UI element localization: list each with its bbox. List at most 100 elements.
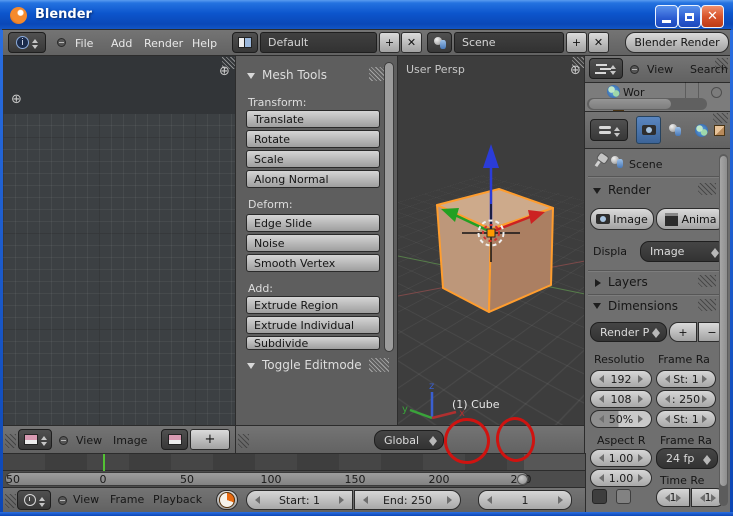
current-frame-field[interactable]: 1 <box>478 490 572 510</box>
screen-layout-name-field[interactable]: Default <box>260 32 377 53</box>
subdivide-button[interactable]: Subdivide <box>246 336 380 350</box>
along-normal-button[interactable]: Along Normal <box>246 170 380 188</box>
menu-view[interactable]: View <box>647 63 673 76</box>
scrollbar-zoom-knob[interactable] <box>517 474 528 485</box>
tab-world[interactable] <box>689 118 713 142</box>
region-expand-icon[interactable]: ⊕ <box>11 93 22 106</box>
aspect-x-stepper[interactable]: 1.00 <box>590 449 652 467</box>
translate-button[interactable]: Translate <box>246 110 380 128</box>
current-frame-indicator[interactable] <box>103 454 105 471</box>
editor-type-button-outliner[interactable] <box>589 58 623 79</box>
outliner-scrollbar[interactable] <box>587 98 707 110</box>
editor-type-button-image[interactable] <box>18 429 52 450</box>
collapse-triangle-icon[interactable] <box>595 279 601 287</box>
menu-collapse-icon[interactable] <box>59 436 68 445</box>
area-corner-grip[interactable] <box>5 494 16 508</box>
area-corner-grip[interactable] <box>713 113 728 123</box>
fps-dropdown[interactable]: 24 fp <box>656 448 718 469</box>
frame-start-stepper[interactable]: St: 1 <box>656 370 716 388</box>
browse-image-button[interactable] <box>161 429 188 450</box>
collapse-triangle-icon[interactable] <box>247 73 255 79</box>
render-engine-select[interactable]: Blender Render <box>625 32 729 53</box>
new-image-button[interactable]: + <box>190 429 230 450</box>
panel-drag-grip[interactable] <box>698 183 716 195</box>
render-animation-button[interactable]: Anima <box>656 208 726 230</box>
aspect-y-stepper[interactable]: 1.00 <box>590 469 652 487</box>
menu-view[interactable]: View <box>76 434 102 447</box>
panel-title-render[interactable]: Render <box>608 183 651 197</box>
minimize-button[interactable] <box>655 5 678 28</box>
panel-title-dimensions[interactable]: Dimensions <box>608 299 678 313</box>
menu-frame[interactable]: Frame <box>110 493 144 506</box>
frame-end-field[interactable]: End: 250 <box>354 490 461 510</box>
cube-object[interactable] <box>437 189 553 312</box>
menu-file[interactable]: File <box>75 37 93 50</box>
breadcrumb-scene[interactable]: Scene <box>629 158 663 171</box>
time-remap-old-stepper[interactable]: 1 <box>656 488 690 507</box>
menu-collapse-icon[interactable] <box>58 496 67 505</box>
restrict-toggle-icon[interactable] <box>711 87 722 98</box>
resolution-y-stepper[interactable]: 108 <box>590 390 652 408</box>
tab-scene[interactable] <box>663 118 687 142</box>
panel-title-mesh-tools[interactable]: Mesh Tools <box>262 68 327 82</box>
area-corner-grip[interactable] <box>222 57 235 69</box>
area-corner-grip[interactable] <box>5 434 16 448</box>
collapse-triangle-icon[interactable] <box>593 303 601 309</box>
collapse-triangle-icon[interactable] <box>247 363 255 369</box>
area-corner-grip[interactable] <box>572 57 584 68</box>
close-button[interactable]: ✕ <box>701 5 724 28</box>
delete-layout-button[interactable]: ✕ <box>401 32 422 53</box>
render-image-button[interactable]: Image <box>590 208 654 230</box>
properties-scrollbar[interactable] <box>719 154 728 506</box>
resolution-percentage-slider[interactable]: 50% <box>590 410 652 428</box>
scene-name-field[interactable]: Scene <box>454 32 564 53</box>
area-corner-grip[interactable] <box>715 58 728 70</box>
panel-drag-grip[interactable] <box>698 299 716 311</box>
add-scene-button[interactable]: + <box>566 32 587 53</box>
rotate-button[interactable]: Rotate <box>246 130 380 148</box>
resolution-x-stepper[interactable]: 192 <box>590 370 652 388</box>
timeline-track[interactable] <box>3 454 585 471</box>
frame-step-stepper[interactable]: St: 1 <box>656 410 716 428</box>
title-bar[interactable]: Blender ✕ <box>0 0 733 30</box>
smooth-vertex-button[interactable]: Smooth Vertex <box>246 254 380 272</box>
viewport-3d[interactable]: y z x User Persp ⊕ (1) Cube <box>398 56 585 426</box>
extrude-individual-button[interactable]: Extrude Individual <box>246 316 380 334</box>
maximize-button[interactable] <box>678 5 701 28</box>
menu-add[interactable]: Add <box>111 37 132 50</box>
menu-image[interactable]: Image <box>113 434 147 447</box>
extrude-region-button[interactable]: Extrude Region <box>246 296 380 314</box>
frame-end-stepper[interactable]: : 250 <box>656 390 716 408</box>
menu-help[interactable]: Help <box>192 37 217 50</box>
frame-start-field[interactable]: Start: 1 <box>246 490 353 510</box>
menu-view[interactable]: View <box>73 493 99 506</box>
menu-collapse-icon[interactable] <box>630 65 639 74</box>
pin-icon[interactable] <box>595 158 603 167</box>
panel-drag-grip[interactable] <box>698 275 716 287</box>
collapse-triangle-icon[interactable] <box>593 188 601 194</box>
area-corner-grip[interactable] <box>238 434 249 448</box>
border-checkbox[interactable] <box>592 489 607 504</box>
noise-button[interactable]: Noise <box>246 234 380 252</box>
tab-render[interactable] <box>636 116 661 144</box>
menu-playback[interactable]: Playback <box>153 493 202 506</box>
image-editor-area[interactable]: ⊕ ⊕ <box>3 56 236 426</box>
add-layout-button[interactable]: + <box>379 32 400 53</box>
panel-title-layers[interactable]: Layers <box>608 275 648 289</box>
delete-scene-button[interactable]: ✕ <box>588 32 609 53</box>
editor-type-button-timeline[interactable] <box>17 490 51 510</box>
preset-add-button[interactable]: + <box>669 322 697 342</box>
display-dropdown[interactable]: Image <box>640 241 726 262</box>
render-presets-dropdown[interactable]: Render P <box>590 322 667 342</box>
preview-range-button[interactable] <box>216 490 238 510</box>
editor-type-button-info[interactable]: i <box>8 32 46 53</box>
menu-collapse-icon[interactable] <box>57 38 66 47</box>
screen-layout-button[interactable] <box>232 32 258 53</box>
menu-render[interactable]: Render <box>144 37 183 50</box>
panel-drag-grip[interactable] <box>369 358 389 372</box>
panel-title-toggle-editmode[interactable]: Toggle Editmode <box>262 358 362 372</box>
edge-slide-button[interactable]: Edge Slide <box>246 214 380 232</box>
editor-type-button-properties[interactable] <box>590 119 628 141</box>
crop-checkbox[interactable] <box>616 489 631 504</box>
scene-browse-button[interactable] <box>427 32 452 53</box>
